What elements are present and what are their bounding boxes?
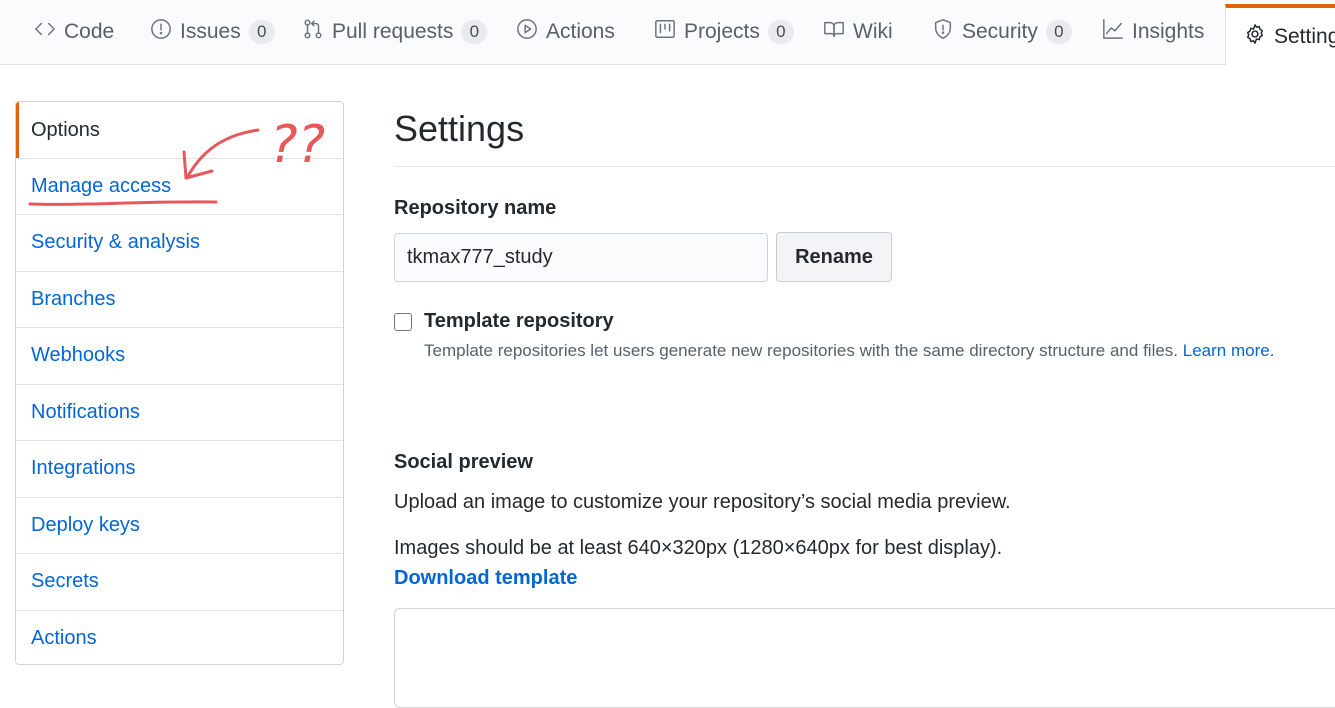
tab-pull-requests[interactable]: Pull requests 0 — [302, 0, 488, 64]
sidebar-item-manage-access[interactable]: Manage access — [16, 158, 343, 214]
social-preview-dropzone[interactable] — [394, 608, 1335, 708]
tab-label: Pull requests — [332, 20, 454, 43]
template-repository-checkbox[interactable] — [394, 313, 412, 331]
tab-settings[interactable]: Settings — [1225, 4, 1335, 65]
sidebar-item-security-analysis[interactable]: Security & analysis — [16, 214, 343, 270]
tab-label: Security — [962, 20, 1038, 43]
projects-count-badge: 0 — [767, 20, 794, 44]
gear-icon — [1244, 23, 1266, 51]
play-icon — [516, 18, 538, 46]
sidebar-item-integrations[interactable]: Integrations — [16, 440, 343, 496]
shield-icon — [932, 18, 954, 46]
tab-label: Projects — [684, 20, 760, 43]
social-preview-heading: Social preview — [394, 451, 533, 473]
repo-name-label: Repository name — [394, 197, 557, 219]
social-preview-description: Upload an image to customize your reposi… — [394, 491, 1011, 513]
tab-insights[interactable]: Insights — [1102, 0, 1204, 64]
title-divider — [394, 166, 1335, 167]
tab-code[interactable]: Code — [34, 0, 114, 64]
download-template-link[interactable]: Download template — [394, 567, 577, 590]
security-count-badge: 0 — [1045, 20, 1072, 44]
tab-security[interactable]: Security 0 — [932, 0, 1072, 64]
template-repository-label: Template repository — [424, 310, 614, 332]
tab-actions[interactable]: Actions — [516, 0, 615, 64]
template-note-text: Template repositories let users generate… — [424, 341, 1179, 360]
sidebar-item-options[interactable]: Options — [16, 102, 343, 158]
tab-label: Issues — [180, 20, 241, 43]
tab-projects[interactable]: Projects 0 — [654, 0, 794, 64]
pull-requests-count-badge: 0 — [461, 20, 488, 44]
sidebar-item-notifications[interactable]: Notifications — [16, 384, 343, 440]
tab-issues[interactable]: Issues 0 — [150, 0, 275, 64]
repo-nav-tabs: Code Issues 0 Pull requests 0 Actions Pr… — [0, 0, 1335, 65]
tab-label: Settings — [1274, 24, 1335, 48]
repo-name-input[interactable] — [394, 233, 768, 282]
tab-label: Wiki — [853, 20, 893, 43]
tab-wiki[interactable]: Wiki — [823, 0, 893, 64]
sidebar-item-branches[interactable]: Branches — [16, 271, 343, 327]
code-icon — [34, 18, 56, 46]
sidebar-item-webhooks[interactable]: Webhooks — [16, 327, 343, 383]
rename-button[interactable]: Rename — [776, 232, 892, 282]
project-icon — [654, 18, 676, 46]
pull-request-icon — [302, 18, 324, 46]
graph-icon — [1102, 18, 1124, 46]
tab-label: Insights — [1132, 20, 1205, 43]
issues-count-badge: 0 — [248, 20, 275, 44]
issue-icon — [150, 18, 172, 46]
learn-more-link[interactable]: Learn more. — [1183, 341, 1275, 360]
template-note: Template repositories let users generate… — [424, 341, 1274, 361]
sidebar-item-deploy-keys[interactable]: Deploy keys — [16, 497, 343, 553]
social-preview-size-hint: Images should be at least 640×320px (128… — [394, 537, 1003, 559]
tab-label: Actions — [546, 20, 615, 43]
sidebar-item-actions[interactable]: Actions — [16, 610, 343, 664]
settings-sidebar: Options Manage access Security & analysi… — [15, 101, 344, 665]
tab-label: Code — [64, 20, 115, 43]
sidebar-item-secrets[interactable]: Secrets — [16, 553, 343, 609]
page-title: Settings — [394, 108, 525, 149]
book-icon — [823, 18, 845, 46]
